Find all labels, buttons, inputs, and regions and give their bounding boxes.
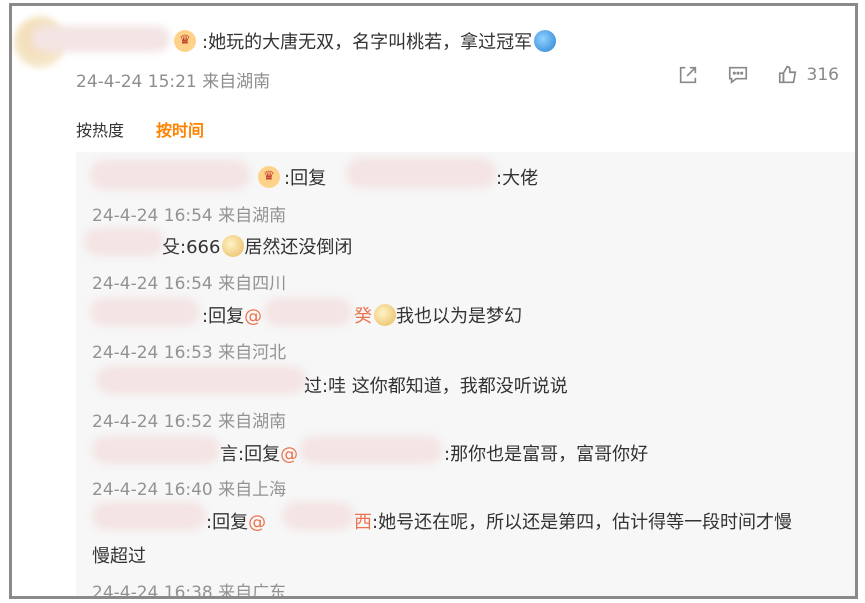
reply-meta: 24-4-24 16:53 来自河北	[92, 343, 287, 363]
reply-list: ♛ :回复 :大佬 24-4-24 16:54 来自湖南 殳:666 居然还没倒闭…	[76, 152, 855, 599]
blurred-username	[84, 228, 164, 256]
reply-text: :回复@	[202, 306, 263, 327]
reply-meta: 24-4-24 16:54 来自四川	[92, 274, 287, 294]
blurred-username	[96, 366, 306, 394]
blurred-username	[90, 298, 200, 326]
like-count: 316	[806, 65, 839, 85]
reply-tail: 西:她号还在呢，所以还是第四，估计得等一段时间才慢	[354, 512, 793, 533]
reply-tail-continued: 慢超过	[92, 546, 146, 567]
comment-panel: ♛ :她玩的大唐无双，名字叫桃若，拿过冠军 24-4-24 15:21 来自湖南…	[9, 3, 858, 599]
emoji-icon	[222, 235, 245, 257]
reply-meta: 24-4-24 16:52 来自湖南	[92, 412, 287, 432]
reply-text: :回复	[284, 168, 327, 189]
blurred-username	[282, 502, 354, 530]
like-button[interactable]: 316	[777, 64, 839, 86]
reply-text: 言:回复@	[220, 444, 299, 465]
top-comment-text: :她玩的大唐无双，名字叫桃若，拿过冠军	[202, 28, 557, 54]
reply-meta: 24-4-24 16:40 来自上海	[92, 480, 287, 500]
sort-tabs: 按热度 按时间	[76, 117, 204, 141]
tab-hot[interactable]: 按热度	[76, 117, 124, 141]
reply-tail: :那你也是富哥，富哥你好	[444, 444, 649, 465]
reply-text: 殳:666 居然还没倒闭	[162, 235, 353, 258]
blurred-username	[264, 298, 352, 326]
top-comment-meta: 24-4-24 15:21 来自湖南	[76, 72, 271, 92]
comment-actions: 316	[677, 64, 839, 86]
reply-text: :回复@	[206, 512, 267, 533]
crown-icon: ♛	[174, 30, 196, 52]
reply-meta: 24-4-24 16:54 来自湖南	[92, 206, 287, 226]
crown-icon: ♛	[258, 166, 280, 188]
blurred-username	[30, 26, 170, 52]
reply-tail: 癸我也以为是梦幻	[354, 304, 522, 327]
comment-icon[interactable]	[727, 64, 749, 86]
reply-meta: 24-4-24 16:38 来自广东	[92, 583, 287, 599]
blurred-username	[90, 160, 250, 190]
blurred-username	[92, 502, 206, 530]
blurred-username	[346, 158, 496, 188]
tab-time[interactable]: 按时间	[156, 117, 204, 141]
blurred-username	[300, 436, 442, 464]
blurred-username	[92, 436, 220, 464]
share-icon[interactable]	[677, 64, 699, 86]
top-comment: ♛ :她玩的大唐无双，名字叫桃若，拿过冠军 24-4-24 15:21 来自湖南…	[12, 6, 855, 106]
like-icon	[778, 65, 796, 84]
emoji-icon	[374, 304, 396, 326]
reply-text: 过:哇 这你都知道，我都没听说说	[304, 376, 568, 397]
emoji-icon	[534, 30, 557, 52]
reply-tail: :大佬	[496, 168, 539, 189]
